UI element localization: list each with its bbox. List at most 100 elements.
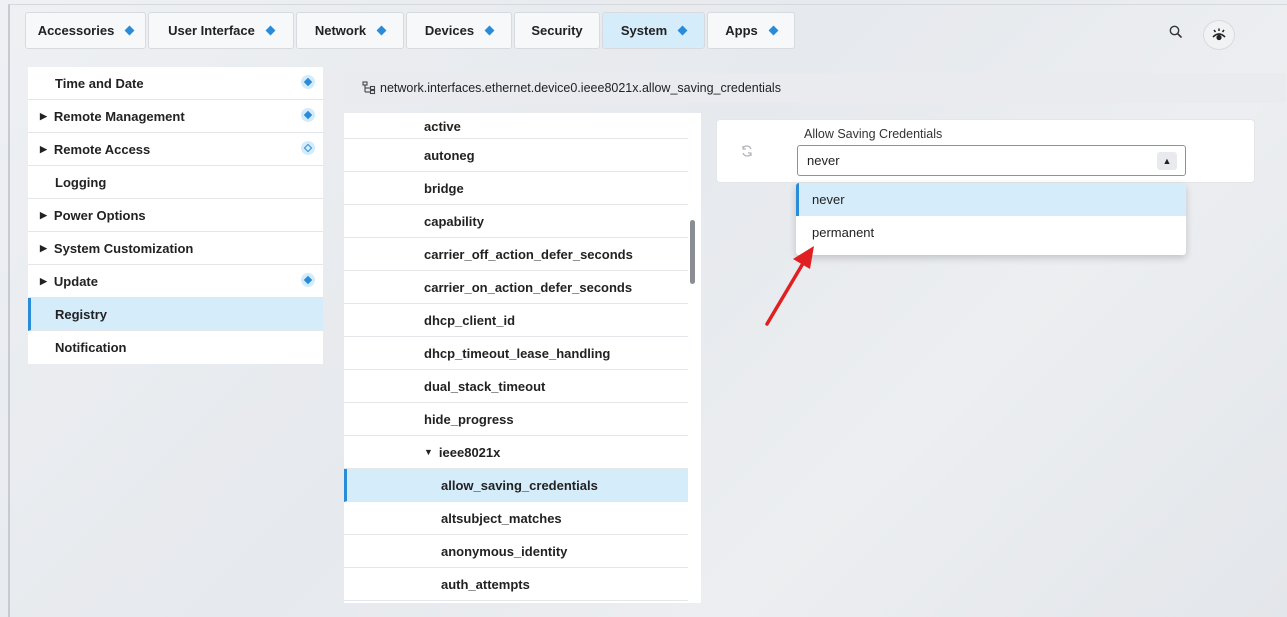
tab-label: Accessories: [37, 23, 115, 38]
sidebar-item-label: Remote Management: [53, 108, 185, 124]
settings-button[interactable]: [1203, 20, 1235, 50]
sidebar-item-label: Notification: [55, 340, 127, 355]
search-icon[interactable]: [1168, 24, 1184, 40]
tree-item-altsubject-matches[interactable]: altsubject_matches: [344, 502, 688, 535]
tree-item-label: auth_attempts: [441, 576, 530, 592]
caret-right-icon: ▶: [40, 209, 47, 220]
badge-icon: [124, 25, 135, 36]
tree-item-autoneg[interactable]: autoneg: [344, 139, 688, 172]
breadcrumb-path: network.interfaces.ethernet.device0.ieee…: [380, 81, 781, 95]
tree-item-bridge[interactable]: bridge: [344, 172, 688, 205]
tab-label: Apps: [725, 23, 758, 38]
reset-icon[interactable]: [740, 144, 754, 158]
sidebar-item-registry[interactable]: Registry: [28, 298, 323, 331]
settings-eye-icon: [1212, 28, 1226, 41]
tree-item-label: bridge: [424, 180, 464, 196]
tab-accessories[interactable]: Accessories: [25, 12, 146, 49]
tree-item-label: carrier_off_action_defer_seconds: [424, 246, 633, 262]
option-label: permanent: [812, 225, 875, 240]
chevron-up-icon[interactable]: ▲: [1157, 152, 1177, 170]
tree-item-label: hide_progress: [424, 411, 514, 427]
sidebar: Time and Date ▶ Remote Management ▶ Remo…: [28, 67, 323, 364]
sidebar-item-label: Logging: [55, 174, 107, 190]
caret-right-icon: ▶: [40, 110, 47, 121]
badge-icon: [301, 273, 315, 287]
tab-security[interactable]: Security: [514, 12, 600, 49]
badge-icon: [265, 25, 276, 36]
badge-icon: [301, 108, 315, 122]
tree-item-allow-saving-credentials[interactable]: allow_saving_credentials: [344, 469, 688, 502]
setting-label: Allow Saving Credentials: [804, 127, 943, 141]
tree-item-label: carrier_on_action_defer_seconds: [424, 279, 633, 295]
tree-item-ieee8021x[interactable]: ▼ ieee8021x: [344, 436, 688, 469]
tab-apps[interactable]: Apps: [707, 12, 795, 49]
tree-item-label: allow_saving_credentials: [441, 477, 598, 493]
option-permanent[interactable]: permanent: [796, 216, 1186, 249]
select-value: never: [807, 153, 840, 168]
tree-item-label: ieee8021x: [438, 444, 501, 460]
sidebar-item-remote-management[interactable]: ▶ Remote Management: [28, 100, 323, 133]
tree-item-label: autoneg: [424, 147, 475, 163]
sidebar-item-notification[interactable]: Notification: [28, 331, 323, 364]
registry-tree: active autoneg bridge capability carrier…: [344, 113, 701, 603]
sidebar-item-label: System Customization: [53, 240, 194, 256]
tree-item-auth-attempts[interactable]: auth_attempts: [344, 568, 688, 601]
tree-item-label: dhcp_client_id: [424, 312, 516, 328]
red-arrow-annotation-icon: [765, 246, 814, 326]
top-tab-bar: Accessories User Interface Network Devic…: [25, 12, 797, 49]
tree-item-label: active: [424, 119, 461, 134]
sidebar-item-update[interactable]: ▶ Update: [28, 265, 323, 298]
tree-item-carrier-off-action-defer-seconds[interactable]: carrier_off_action_defer_seconds: [344, 238, 688, 271]
tree-item-label: dual_stack_timeout: [424, 378, 546, 394]
sidebar-item-logging[interactable]: Logging: [28, 166, 323, 199]
sidebar-item-power-options[interactable]: ▶ Power Options: [28, 199, 323, 232]
tree-item-hide-progress[interactable]: hide_progress: [344, 403, 688, 436]
sidebar-item-label: Remote Access: [53, 141, 151, 157]
badge-icon: [768, 25, 779, 36]
badge-icon: [301, 75, 315, 89]
tree-scrollbar[interactable]: [690, 220, 695, 284]
badge-outline-icon: [301, 141, 315, 155]
tree-item-capability[interactable]: capability: [344, 205, 688, 238]
tree-item-label: altsubject_matches: [441, 510, 562, 526]
tab-label: User Interface: [168, 23, 255, 38]
tree-item-label: capability: [424, 213, 484, 229]
tab-label: Devices: [424, 23, 475, 38]
tab-label: Network: [314, 23, 367, 38]
option-never[interactable]: never: [796, 183, 1186, 216]
sidebar-item-label: Time and Date: [55, 75, 144, 91]
tree-item-carrier-on-action-defer-seconds[interactable]: carrier_on_action_defer_seconds: [344, 271, 688, 304]
sidebar-item-label: Power Options: [53, 207, 146, 223]
tree-item-active[interactable]: active: [344, 113, 688, 139]
tab-user-interface[interactable]: User Interface: [148, 12, 294, 49]
tab-label: Security: [531, 23, 583, 38]
sidebar-item-remote-access[interactable]: ▶ Remote Access: [28, 133, 323, 166]
caret-right-icon: ▶: [40, 275, 47, 286]
tree-item-dhcp-timeout-lease-handling[interactable]: dhcp_timeout_lease_handling: [344, 337, 688, 370]
tab-label: System: [620, 23, 668, 38]
caret-right-icon: ▶: [40, 143, 47, 154]
sidebar-item-label: Registry: [55, 306, 108, 322]
tree-item-anonymous-identity[interactable]: anonymous_identity: [344, 535, 688, 568]
tab-system[interactable]: System: [602, 12, 705, 49]
option-label: never: [812, 192, 845, 207]
tab-network[interactable]: Network: [296, 12, 404, 49]
tab-devices[interactable]: Devices: [406, 12, 512, 49]
tree-item-label: anonymous_identity: [441, 543, 568, 559]
tree-item-dual-stack-timeout[interactable]: dual_stack_timeout: [344, 370, 688, 403]
tree-item-label: dhcp_timeout_lease_handling: [424, 345, 611, 361]
setting-editor-card: Allow Saving Credentials never ▲: [716, 119, 1255, 183]
sidebar-item-system-customization[interactable]: ▶ System Customization: [28, 232, 323, 265]
badge-icon: [677, 25, 688, 36]
tree-structure-icon: [362, 81, 376, 95]
sidebar-item-time-and-date[interactable]: Time and Date: [28, 67, 323, 100]
badge-icon: [484, 25, 495, 36]
sidebar-item-label: Update: [53, 273, 98, 289]
caret-down-icon: ▼: [424, 447, 433, 457]
tree-item-dhcp-client-id[interactable]: dhcp_client_id: [344, 304, 688, 337]
caret-right-icon: ▶: [40, 242, 47, 253]
select-dropdown: never permanent: [796, 183, 1186, 255]
badge-icon: [376, 25, 387, 36]
allow-saving-credentials-select[interactable]: never ▲: [797, 145, 1186, 176]
registry-path-breadcrumb: network.interfaces.ethernet.device0.ieee…: [344, 73, 1286, 103]
